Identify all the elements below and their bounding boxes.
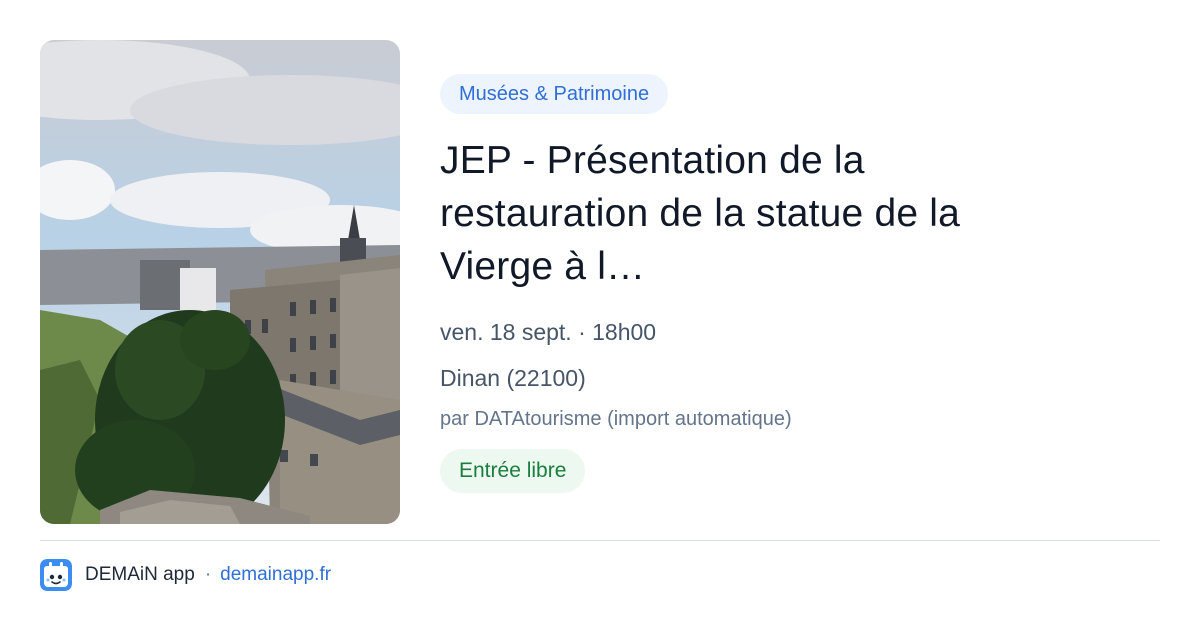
event-datetime: ven. 18 sept. · 18h00: [440, 319, 657, 345]
event-title[interactable]: JEP - Présentation de la restauration de…: [440, 134, 1080, 293]
domain-link[interactable]: demainapp.fr: [220, 564, 331, 586]
footer: DEMAiN app · demainapp.fr: [40, 559, 331, 591]
event-details: Musées & Patrimoine JEP - Présentation d…: [440, 74, 1160, 493]
event-photo: [40, 40, 400, 524]
event-location: Dinan (22100): [440, 365, 586, 391]
event-card[interactable]: Musées & Patrimoine JEP - Présentation d…: [40, 40, 1160, 524]
app-logo-icon[interactable]: [40, 559, 72, 591]
footer-separator: ·: [204, 564, 212, 585]
event-author: par DATAtourisme (import automatique): [440, 408, 792, 430]
footer-divider: [40, 540, 1160, 541]
price-badge: Entrée libre: [440, 449, 586, 493]
app-name: DEMAiN app: [85, 564, 195, 585]
category-badge[interactable]: Musées & Patrimoine: [440, 74, 669, 114]
